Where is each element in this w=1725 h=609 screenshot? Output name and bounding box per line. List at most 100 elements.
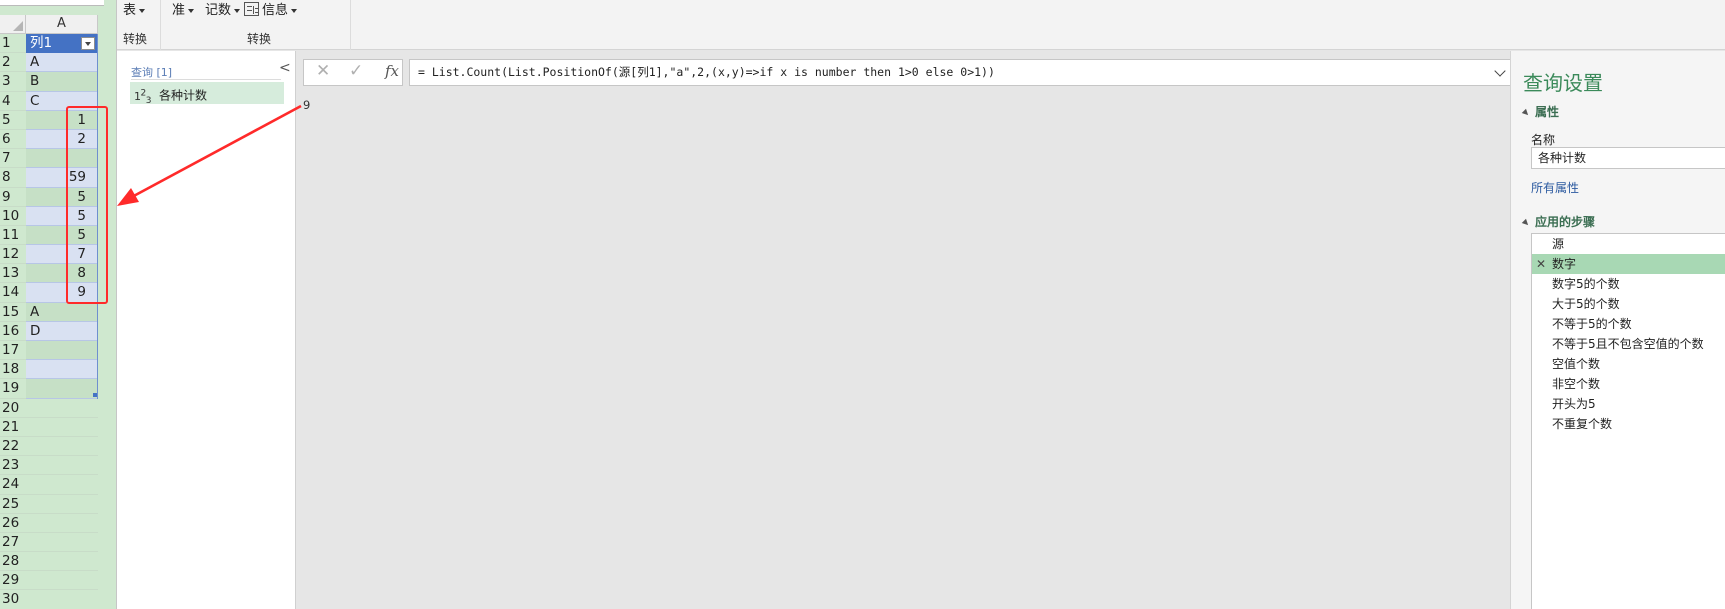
table-cell[interactable]: B xyxy=(26,72,98,92)
sheet-cell[interactable] xyxy=(26,552,98,572)
row-header[interactable]: 4 xyxy=(0,91,26,111)
check-icon[interactable]: ✓ xyxy=(349,61,363,81)
table-cell[interactable] xyxy=(26,360,98,380)
query-name-input[interactable]: 各种计数 xyxy=(1531,147,1725,169)
row-header[interactable]: 23 xyxy=(0,456,26,476)
applied-step[interactable]: 源 xyxy=(1532,234,1725,254)
row-header[interactable]: 14 xyxy=(0,283,26,303)
table-resize-handle[interactable] xyxy=(93,393,97,397)
divider xyxy=(131,79,281,80)
row-header[interactable]: 18 xyxy=(0,360,26,380)
row-header[interactable]: 24 xyxy=(0,475,26,495)
row-header[interactable]: 25 xyxy=(0,494,26,514)
row-header[interactable]: 20 xyxy=(0,398,26,418)
chevron-down-icon xyxy=(188,8,195,13)
collapse-triangle-icon xyxy=(1521,108,1531,117)
properties-section[interactable]: 属性 xyxy=(1521,103,1559,120)
row-header[interactable]: 1 xyxy=(0,34,26,54)
sheet-cell[interactable] xyxy=(26,436,98,457)
row-header[interactable]: 29 xyxy=(0,571,26,591)
formula-bar: ✕ ✓ fx = List.Count(List.PositionOf(源[列1… xyxy=(303,57,1513,88)
row-header[interactable]: 8 xyxy=(0,168,26,188)
table-cell[interactable]: A xyxy=(26,302,98,322)
row-header[interactable]: 12 xyxy=(0,245,26,265)
ribbon: 表 转换 准 记数 信息 转换 xyxy=(117,0,1725,50)
result-value: 9 xyxy=(303,98,311,112)
formula-input[interactable]: = List.Count(List.PositionOf(源[列1],"a",2… xyxy=(409,59,1513,86)
applied-step[interactable]: 开头为5 xyxy=(1532,394,1725,414)
row-header[interactable]: 5 xyxy=(0,110,26,130)
queries-pane: 查询 [1] < 123 各种计数 xyxy=(117,51,296,609)
table-button[interactable]: 表 xyxy=(123,2,146,20)
row-header[interactable]: 16 xyxy=(0,321,26,341)
column-header-a[interactable]: A xyxy=(26,15,98,34)
row-header[interactable]: 28 xyxy=(0,552,26,572)
information-button[interactable]: 信息 xyxy=(244,2,298,20)
row-header[interactable]: 7 xyxy=(0,149,26,169)
sheet-cell[interactable] xyxy=(26,456,98,476)
delete-step-icon[interactable]: ✕ xyxy=(1536,254,1546,274)
row-header[interactable]: 19 xyxy=(0,379,26,399)
row-header[interactable]: 30 xyxy=(0,590,26,609)
row-header[interactable]: 17 xyxy=(0,341,26,361)
chevron-down-icon xyxy=(234,8,241,13)
row-header[interactable]: 9 xyxy=(0,187,26,207)
step-label: 数字 xyxy=(1552,257,1577,271)
step-label: 空值个数 xyxy=(1552,357,1601,371)
all-properties-link[interactable]: 所有属性 xyxy=(1531,179,1579,196)
row-header[interactable]: 21 xyxy=(0,417,26,437)
expand-formula-icon[interactable] xyxy=(1494,65,1506,77)
group-divider xyxy=(160,0,161,50)
cancel-icon[interactable]: ✕ xyxy=(316,61,330,81)
applied-step[interactable]: 空值个数 xyxy=(1532,354,1725,374)
row-header[interactable]: 15 xyxy=(0,302,26,322)
table-cell[interactable] xyxy=(26,379,98,399)
filter-dropdown-icon[interactable] xyxy=(81,37,95,50)
table-cell[interactable]: A xyxy=(26,53,98,73)
sheet-cell[interactable] xyxy=(26,532,98,553)
row-header[interactable]: 10 xyxy=(0,206,26,226)
applied-step[interactable]: 非空个数 xyxy=(1532,374,1725,394)
collapse-pane-icon[interactable]: < xyxy=(279,60,291,76)
row-header[interactable]: 22 xyxy=(0,436,26,457)
sheet-cell[interactable] xyxy=(26,590,98,609)
table-header-cell[interactable]: 列1 xyxy=(26,34,98,54)
row-header[interactable]: 13 xyxy=(0,264,26,284)
applied-step[interactable]: 不等于5的个数 xyxy=(1532,314,1725,334)
query-item[interactable]: 123 各种计数 xyxy=(130,82,284,106)
row-header[interactable]: 2 xyxy=(0,53,26,73)
sheet-cell[interactable] xyxy=(26,571,98,591)
table-cell[interactable] xyxy=(26,341,98,361)
step-label: 不等于5且不包含空值的个数 xyxy=(1552,337,1704,351)
sheet-cell[interactable] xyxy=(26,513,98,533)
step-label: 源 xyxy=(1552,237,1565,251)
queries-title: 查询 [1] xyxy=(131,66,173,79)
highlight-box xyxy=(66,106,108,304)
applied-step[interactable]: 大于5的个数 xyxy=(1532,294,1725,314)
sheet-cell[interactable] xyxy=(26,494,98,514)
step-label: 不等于5的个数 xyxy=(1552,317,1632,331)
row-header[interactable]: 3 xyxy=(0,72,26,92)
row-header[interactable]: 26 xyxy=(0,513,26,533)
fx-icon[interactable]: fx xyxy=(385,62,399,80)
standard-button[interactable]: 准 xyxy=(172,2,195,20)
row-header[interactable]: 6 xyxy=(0,129,26,150)
applied-step[interactable]: 数字5的个数 xyxy=(1532,274,1725,294)
step-label: 大于5的个数 xyxy=(1552,297,1620,311)
applied-steps-section[interactable]: 应用的步骤 xyxy=(1521,213,1595,230)
row-header[interactable]: 27 xyxy=(0,532,26,553)
sheet-cell[interactable] xyxy=(26,417,98,437)
table-cell[interactable]: D xyxy=(26,321,98,341)
sheet-cell[interactable] xyxy=(26,398,98,418)
select-all-corner[interactable] xyxy=(0,15,26,34)
applied-step[interactable]: 不等于5且不包含空值的个数 xyxy=(1532,334,1725,354)
count-button[interactable]: 记数 xyxy=(205,2,241,20)
step-label: 非空个数 xyxy=(1552,377,1601,391)
number-type-icon: 123 xyxy=(134,88,151,106)
row-header[interactable]: 11 xyxy=(0,225,26,246)
sheet-cell[interactable] xyxy=(26,475,98,495)
query-settings-pane: 查询设置 属性 名称 各种计数 所有属性 应用的步骤 源 ✕ 数字 数字5的个数 大于5… xyxy=(1510,51,1725,609)
name-box[interactable] xyxy=(0,0,104,6)
applied-step[interactable]: 不重复个数 xyxy=(1532,414,1725,434)
applied-step[interactable]: ✕ 数字 xyxy=(1532,254,1725,274)
